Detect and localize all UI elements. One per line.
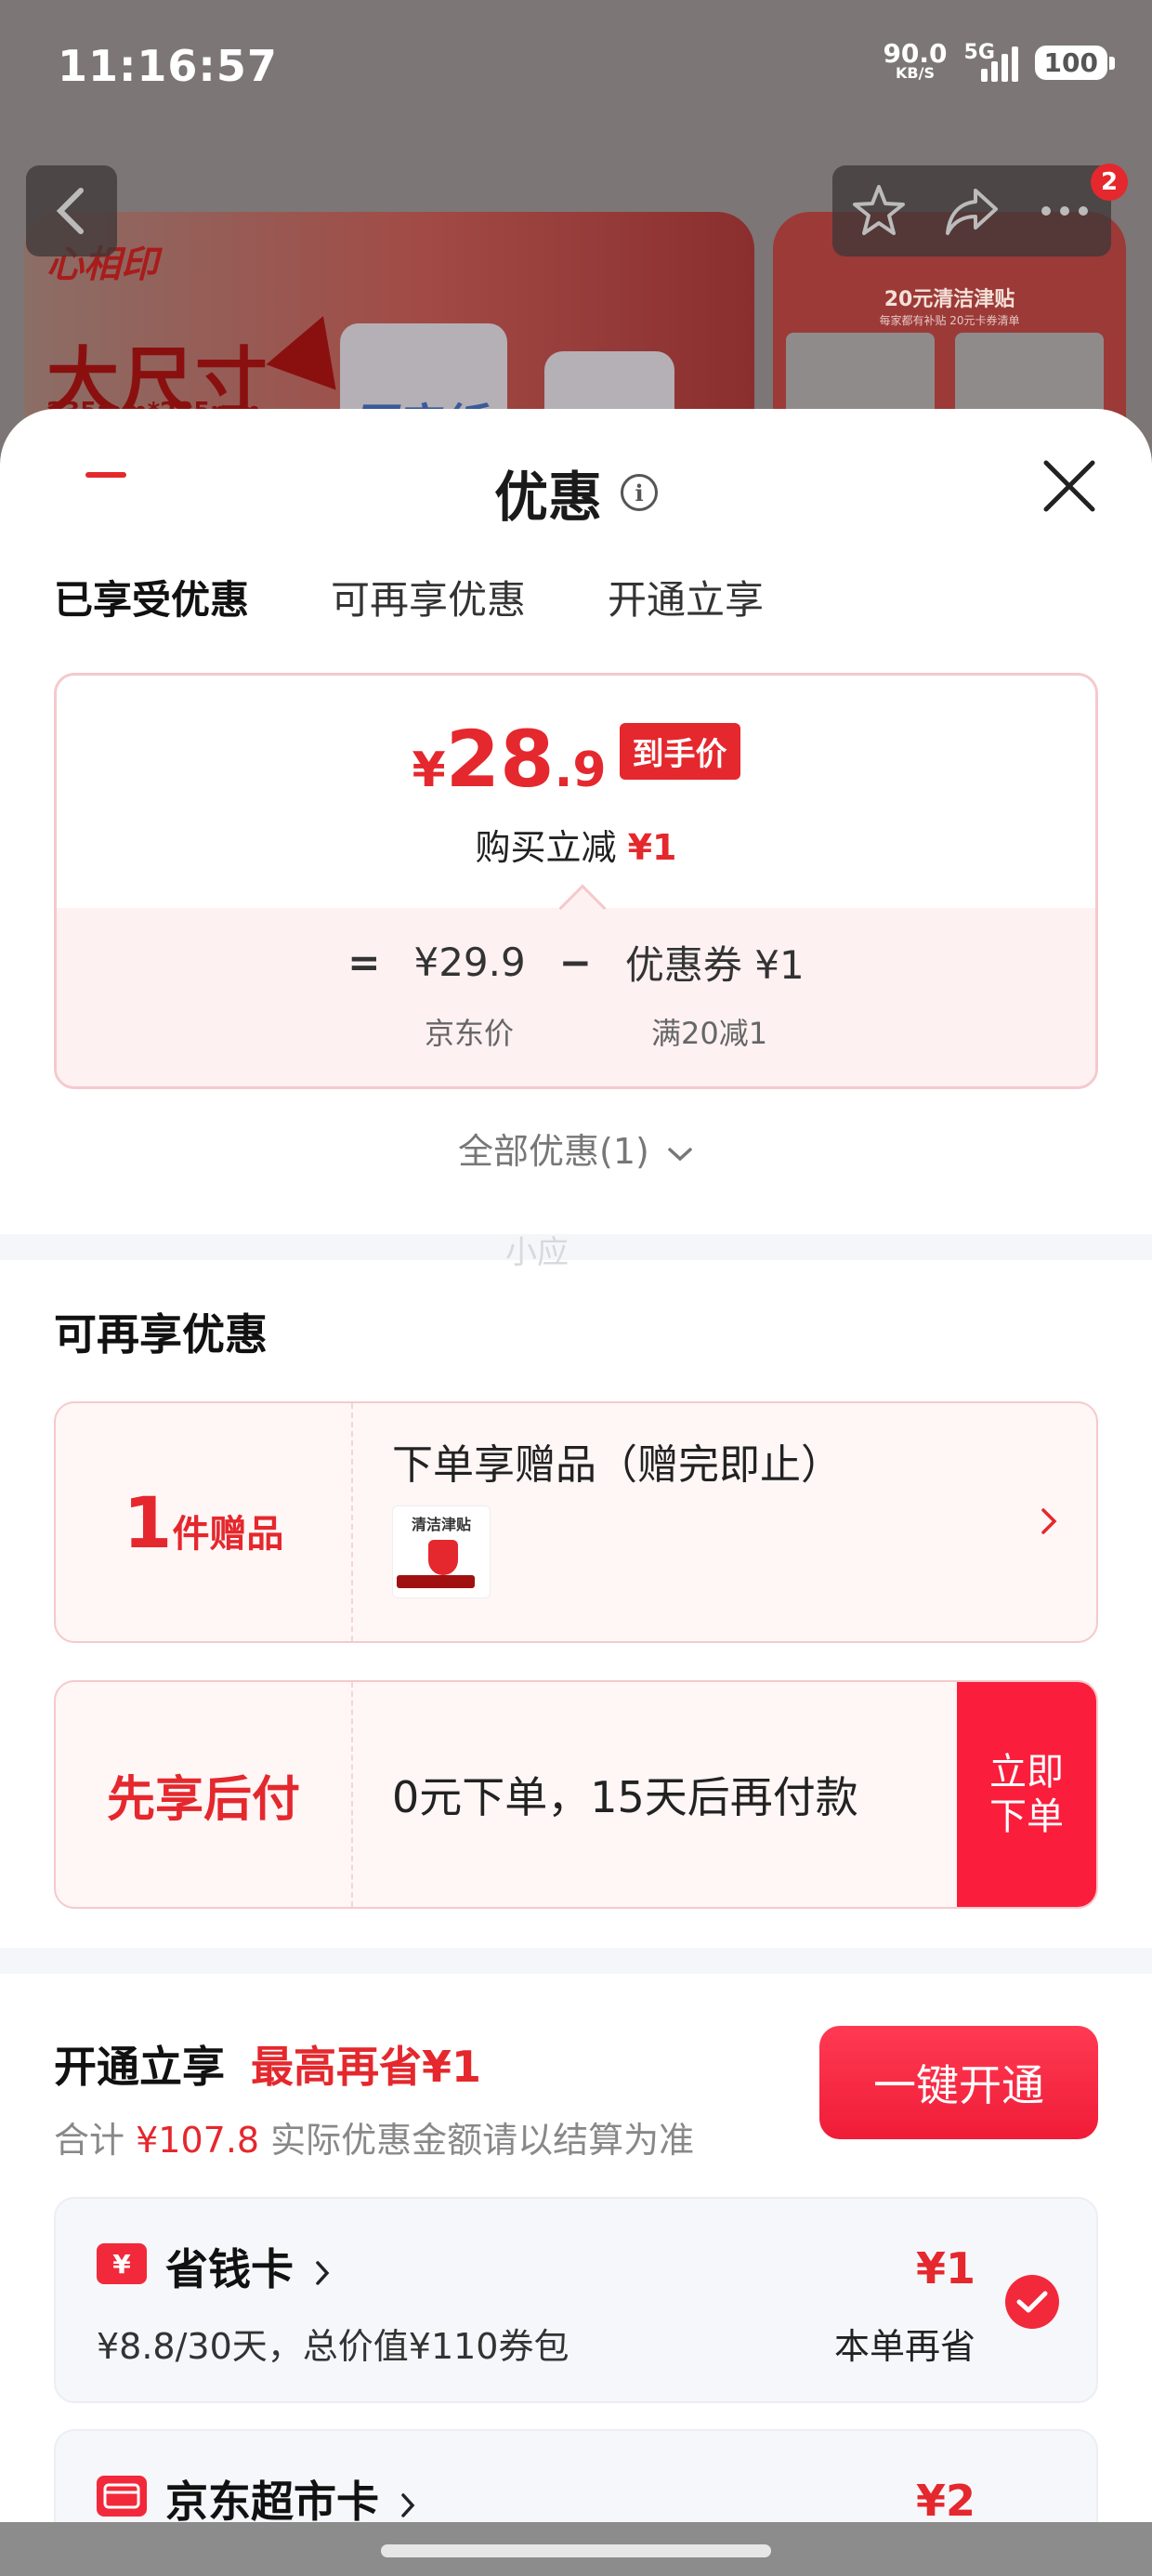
home-indicator-area <box>0 2522 1152 2576</box>
final-price: ¥ 28 .9 <box>412 720 606 798</box>
open-section-title: 开通立享 <box>54 2042 225 2092</box>
gift-thumb-strip <box>397 1575 475 1588</box>
chevron-right-icon <box>316 2260 330 2285</box>
gift-count: 1 件赠品 <box>56 1403 353 1641</box>
info-icon[interactable]: i <box>621 474 658 511</box>
top-actions <box>832 165 1111 256</box>
saving-card-desc: ¥8.8/30天，总价值¥110券包 <box>97 2326 569 2367</box>
sheet-title: 优惠 <box>493 466 602 529</box>
price-integer: 28 <box>445 714 555 805</box>
total-amount: ¥107.8 <box>136 2120 260 2161</box>
saving-card-option[interactable]: ¥ 省钱卡 ¥8.8/30天，总价值¥110券包 ¥1 本单再省 <box>54 2197 1098 2403</box>
status-time: 11:16:57 <box>58 41 278 91</box>
discount-tabs: 已享受优惠 可再享优惠 开通立享 <box>54 569 764 625</box>
final-price-card: ¥ 28 .9 到手价 购买立减 ¥1 = ¥29.9 − 优惠券 ¥1 京东价… <box>54 673 1098 1089</box>
open-total-line: 合计 ¥107.8 实际优惠金额请以结算为准 <box>54 2111 694 2162</box>
gift-offer-card[interactable]: 1 件赠品 下单享赠品（赠完即止） 清洁津贴 <box>54 1401 1098 1643</box>
signal-5g-icon: 5G <box>964 41 1018 84</box>
bnpl-title: 先享后付 <box>106 1771 300 1828</box>
home-indicator[interactable] <box>381 2544 771 2557</box>
total-label: 合计 <box>54 2120 125 2161</box>
more-icon[interactable] <box>1035 181 1094 241</box>
side-banner-title: 20元清洁津贴 <box>884 288 1015 311</box>
star-icon[interactable] <box>849 181 909 241</box>
more-discounts-title: 可再享优惠 <box>54 1309 268 1360</box>
back-button[interactable] <box>26 165 117 256</box>
close-button[interactable] <box>1041 457 1098 515</box>
share-icon[interactable] <box>942 181 1001 241</box>
buy-save-line: 购买立减 ¥1 <box>57 819 1095 870</box>
supermarket-card-name-text: 京东超市卡 <box>165 2477 379 2527</box>
price-currency: ¥ <box>412 743 446 798</box>
price-breakdown: = ¥29.9 − 优惠券 ¥1 京东价 满20减1 <box>57 908 1095 1086</box>
chevron-down-icon <box>668 1147 692 1161</box>
price-decimal: .9 <box>554 743 607 798</box>
one-click-open-button[interactable]: 一键开通 <box>819 2026 1098 2139</box>
battery-icon: 100 <box>1034 45 1116 80</box>
jd-price: ¥29.9 <box>413 940 526 985</box>
coupon-label: 满20减1 <box>651 1016 768 1051</box>
gift-count-unit: 件赠品 <box>172 1513 284 1556</box>
close-icon <box>1043 460 1095 512</box>
discount-sheet: 优惠 i 已享受优惠 可再享优惠 开通立享 ¥ 28 .9 到手价 购买立减 ¥… <box>0 409 1152 2576</box>
final-price-tag: 到手价 <box>619 723 740 780</box>
supermarket-card-name[interactable]: 京东超市卡 <box>165 2468 416 2530</box>
coupon-amount: 优惠券 ¥1 <box>624 942 805 988</box>
saving-card-name-text: 省钱卡 <box>165 2244 294 2294</box>
tab-more[interactable]: 可再享优惠 <box>331 569 526 625</box>
chevron-left-icon <box>56 188 84 234</box>
tab-enjoyed[interactable]: 已享受优惠 <box>54 569 249 625</box>
saving-card-name[interactable]: 省钱卡 <box>165 2236 331 2297</box>
shield-icon <box>428 1540 458 1575</box>
open-section-header: 开通立享 最高再省¥1 <box>54 2033 481 2095</box>
saving-card-amount: ¥1 <box>915 2243 975 2293</box>
notification-badge: 2 <box>1091 164 1128 201</box>
section-divider <box>0 1234 1152 1260</box>
check-icon[interactable] <box>1005 2275 1059 2329</box>
chevron-right-icon <box>401 2492 415 2517</box>
chevron-right-icon <box>1041 1508 1057 1534</box>
buy-save-amount: ¥1 <box>627 827 677 868</box>
jd-price-label: 京东价 <box>425 1016 515 1051</box>
minus-sign: − <box>558 940 592 985</box>
status-bar: 11:16:57 90.0 KB/S 5G 100 <box>0 0 1152 139</box>
card-icon <box>97 2476 147 2517</box>
gift-offer-title: 下单享赠品（赠完即止） <box>392 1441 842 1489</box>
equals-sign: = <box>347 940 381 985</box>
order-now-button[interactable]: 立即 下单 <box>957 1682 1096 1907</box>
gift-thumbnail[interactable]: 清洁津贴 <box>392 1505 491 1598</box>
bnpl-offer-card: 先享后付 0元下单，15天后再付款 立即 下单 <box>54 1680 1098 1909</box>
supermarket-card-amount: ¥2 <box>915 2476 975 2526</box>
buy-save-label: 购买立减 <box>475 827 617 868</box>
saving-card-amount-label: 本单再省 <box>833 2326 975 2367</box>
order-now-line2: 下单 <box>989 1795 1064 1838</box>
bnpl-desc: 0元下单，15天后再付款 <box>392 1772 858 1822</box>
side-banner-subtitle: 每家都有补贴 20元卡券清单 <box>879 314 1020 327</box>
watermark: 小应 <box>505 1234 569 1271</box>
total-note: 实际优惠金额请以结算为准 <box>270 2120 695 2161</box>
sheet-header: 优惠 i <box>0 453 1152 532</box>
section-divider <box>0 1948 1152 1974</box>
bnpl-title-wrap: 先享后付 <box>56 1682 353 1907</box>
tab-active-indicator <box>85 472 126 478</box>
order-now-line1: 立即 <box>989 1751 1064 1794</box>
net-speed: 90.0 KB/S <box>883 41 947 82</box>
gift-thumb-label: 清洁津贴 <box>411 1516 471 1533</box>
tab-open[interactable]: 开通立享 <box>608 569 764 625</box>
open-max-save: 最高再省¥1 <box>251 2042 482 2092</box>
all-discounts-toggle[interactable]: 全部优惠(1) <box>0 1123 1152 1174</box>
all-discounts-label: 全部优惠(1) <box>458 1131 649 1172</box>
gift-count-number: 1 <box>123 1480 173 1564</box>
saving-card-icon: ¥ <box>97 2243 147 2284</box>
status-icons: 90.0 KB/S 5G 100 <box>883 41 1116 84</box>
